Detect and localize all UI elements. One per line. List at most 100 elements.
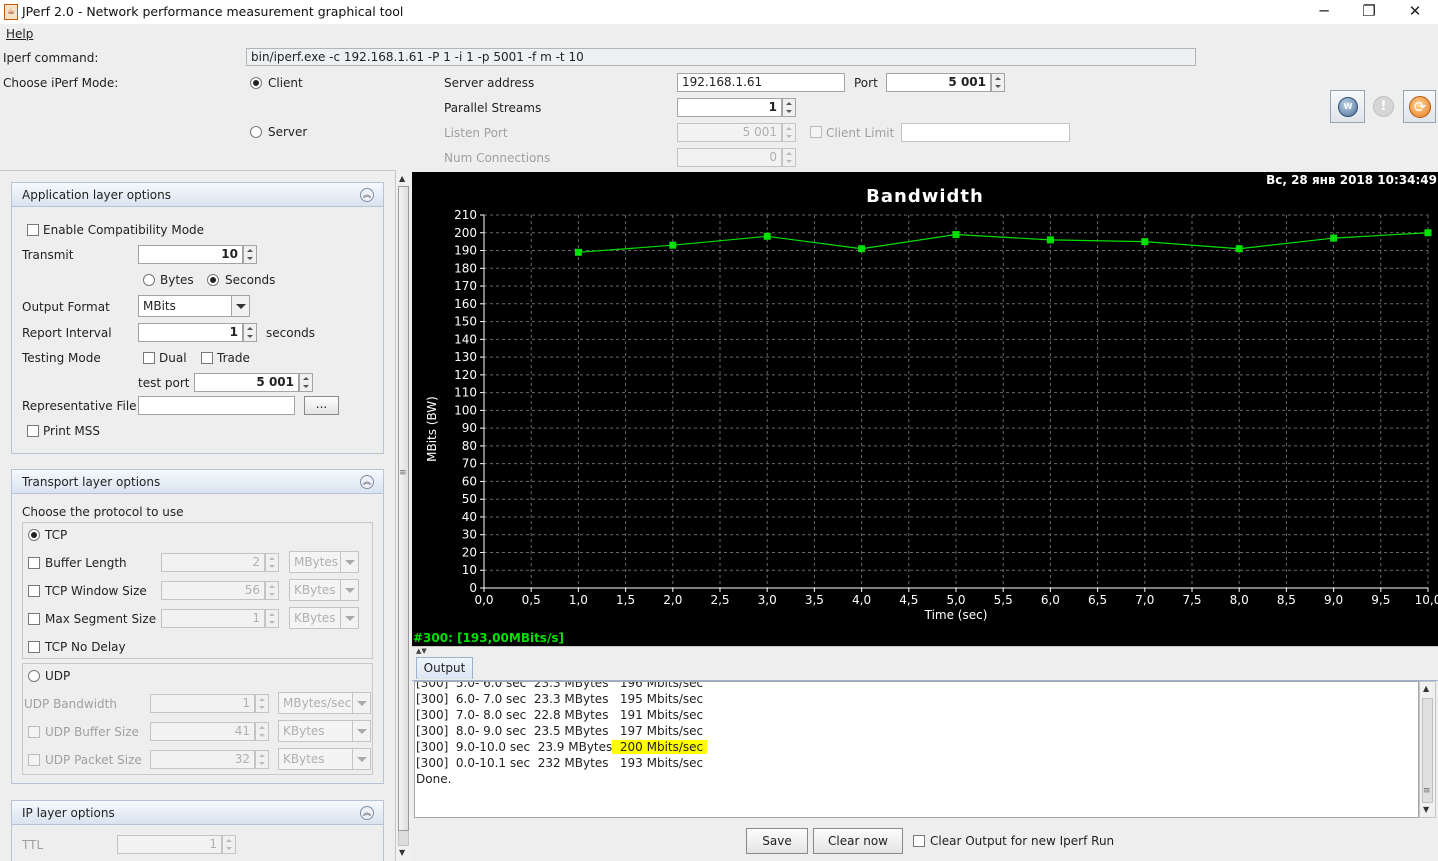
- bytes-label: Bytes: [160, 273, 194, 287]
- udp-radio[interactable]: [28, 670, 40, 682]
- seconds-radio[interactable]: [207, 274, 219, 286]
- output-textarea[interactable]: [300] 5.0- 6.0 sec 23.3 MBytes 196 Mbits…: [414, 681, 1419, 818]
- stop-iperf-button[interactable]: !: [1367, 90, 1400, 123]
- num-connections-spinner[interactable]: [782, 148, 796, 167]
- output-format-select[interactable]: MBits: [138, 295, 250, 317]
- output-line: [300] 7.0- 8.0 sec 22.8 MBytes 191 Mbits…: [416, 708, 704, 722]
- data-point: [1424, 229, 1432, 237]
- compat-mode-checkbox[interactable]: [27, 224, 39, 236]
- collapse-icon[interactable]: ︽: [360, 188, 374, 202]
- max-segment-spinner[interactable]: [265, 609, 279, 628]
- udp-buffer-unit-select[interactable]: KBytes: [278, 720, 371, 742]
- clear-now-button[interactable]: Clear now: [813, 828, 903, 854]
- num-connections-label: Num Connections: [444, 151, 551, 165]
- transmit-field[interactable]: 10: [138, 245, 243, 264]
- ttl-spinner[interactable]: [222, 835, 236, 854]
- tcp-window-checkbox[interactable]: [28, 585, 40, 597]
- buffer-length-field[interactable]: 2: [161, 553, 265, 572]
- udp-packet-field[interactable]: 32: [150, 750, 255, 769]
- collapse-icon[interactable]: ︽: [360, 806, 374, 820]
- udp-buffer-field[interactable]: 41: [150, 722, 255, 741]
- save-button[interactable]: Save: [746, 828, 808, 854]
- udp-buffer-spinner[interactable]: [255, 722, 269, 741]
- listen-port-label: Listen Port: [444, 126, 508, 140]
- menu-help[interactable]: Help: [6, 27, 33, 41]
- buffer-length-checkbox[interactable]: [28, 557, 40, 569]
- port-spinner[interactable]: [991, 73, 1005, 92]
- tcp-group: TCP Buffer Length 2 MBytes TCP Window Si…: [22, 522, 373, 659]
- tcp-window-spinner[interactable]: [265, 581, 279, 600]
- tcp-no-delay-checkbox[interactable]: [28, 641, 40, 653]
- splitter-arrows-icon[interactable]: ▲▼: [416, 647, 427, 655]
- max-segment-label: Max Segment Size: [45, 612, 157, 626]
- scroll-up-icon[interactable]: ▲: [399, 174, 405, 183]
- chart-svg: 0,0 0,5 1,0 1,5 2,0 2,5 3,0 3,5 4,0 4,5 5,0 5,5 6,0 6…: [454, 208, 1438, 607]
- options-panel: Application layer options ︽ Enable Compa…: [0, 170, 395, 861]
- testing-mode-label: Testing Mode: [22, 351, 101, 365]
- client-limit-label: Client Limit: [826, 126, 895, 140]
- print-mss-checkbox[interactable]: [27, 425, 39, 437]
- udp-bandwidth-field[interactable]: 1: [150, 694, 255, 713]
- scroll-down-icon[interactable]: ▼: [1423, 805, 1429, 814]
- server-address-field[interactable]: 192.168.1.61: [677, 73, 845, 92]
- tcp-window-unit-select[interactable]: KBytes: [289, 579, 359, 601]
- report-interval-field[interactable]: 1: [138, 323, 243, 342]
- application-layer-header[interactable]: Application layer options ︽: [12, 183, 383, 207]
- output-line: Done.: [416, 772, 452, 786]
- print-mss-label: Print MSS: [43, 424, 101, 438]
- test-port-field[interactable]: 5 001: [194, 373, 299, 392]
- test-port-spinner[interactable]: [299, 373, 313, 392]
- udp-packet-spinner[interactable]: [255, 750, 269, 769]
- ttl-field[interactable]: 1: [117, 835, 222, 854]
- scroll-thumb[interactable]: [398, 186, 409, 831]
- options-scrollbar[interactable]: ▲ ≡ ▼: [395, 170, 411, 861]
- udp-packet-checkbox[interactable]: [28, 754, 40, 766]
- transport-layer-header[interactable]: Transport layer options ︽: [12, 470, 383, 494]
- restore-defaults-button[interactable]: ⟳: [1403, 90, 1436, 123]
- buffer-length-spinner[interactable]: [265, 553, 279, 572]
- iperf-command-field[interactable]: bin/iperf.exe -c 192.168.1.61 -P 1 -i 1 …: [246, 48, 1196, 66]
- scroll-down-icon[interactable]: ▼: [399, 848, 405, 857]
- splitter[interactable]: ▲▼: [412, 646, 1438, 655]
- clear-output-checkbox[interactable]: [913, 835, 925, 847]
- max-segment-unit-select[interactable]: KBytes: [289, 607, 359, 629]
- tcp-radio[interactable]: [28, 529, 40, 541]
- dual-checkbox[interactable]: [143, 352, 155, 364]
- tcp-window-field[interactable]: 56: [161, 581, 265, 600]
- parallel-streams-field[interactable]: 1: [677, 98, 782, 117]
- ip-layer-header[interactable]: IP layer options ︽: [12, 801, 383, 825]
- close-button[interactable]: ✕: [1392, 0, 1438, 24]
- num-connections-field[interactable]: 0: [677, 148, 782, 167]
- port-field[interactable]: 5 001: [886, 73, 991, 92]
- trade-checkbox[interactable]: [201, 352, 213, 364]
- udp-packet-unit-select[interactable]: KBytes: [278, 748, 371, 770]
- minimize-button[interactable]: ─: [1301, 0, 1347, 24]
- buffer-length-unit-select[interactable]: MBytes: [289, 551, 359, 573]
- client-radio[interactable]: [250, 77, 262, 89]
- collapse-icon[interactable]: ︽: [360, 475, 374, 489]
- udp-bandwidth-unit-select[interactable]: MBytes/sec: [278, 692, 371, 714]
- parallel-streams-spinner[interactable]: [782, 98, 796, 117]
- y-tick-label: 200: [454, 226, 477, 240]
- max-segment-field[interactable]: 1: [161, 609, 265, 628]
- transmit-spinner[interactable]: [243, 245, 257, 264]
- port-label: Port: [854, 76, 878, 90]
- server-radio[interactable]: [250, 126, 262, 138]
- client-limit-checkbox[interactable]: [810, 126, 822, 138]
- listen-port-spinner[interactable]: [782, 123, 796, 142]
- udp-buffer-checkbox[interactable]: [28, 726, 40, 738]
- restore-button[interactable]: ❐: [1346, 0, 1392, 24]
- bytes-radio[interactable]: [143, 274, 155, 286]
- browse-button[interactable]: ...: [304, 396, 339, 415]
- scroll-up-icon[interactable]: ▲: [1423, 684, 1429, 693]
- report-interval-spinner[interactable]: [243, 323, 257, 342]
- tab-output[interactable]: Output: [416, 657, 473, 679]
- run-iperf-button[interactable]: W: [1330, 90, 1365, 123]
- rep-file-field[interactable]: [138, 396, 295, 415]
- output-scrollbar[interactable]: ▲ ≡ ▼: [1419, 681, 1436, 818]
- listen-port-field[interactable]: 5 001: [677, 123, 782, 142]
- udp-bandwidth-spinner[interactable]: [255, 694, 269, 713]
- max-segment-checkbox[interactable]: [28, 613, 40, 625]
- ip-layer-group: IP layer options ︽ TTL 1: [11, 800, 384, 861]
- client-limit-field[interactable]: [901, 123, 1070, 142]
